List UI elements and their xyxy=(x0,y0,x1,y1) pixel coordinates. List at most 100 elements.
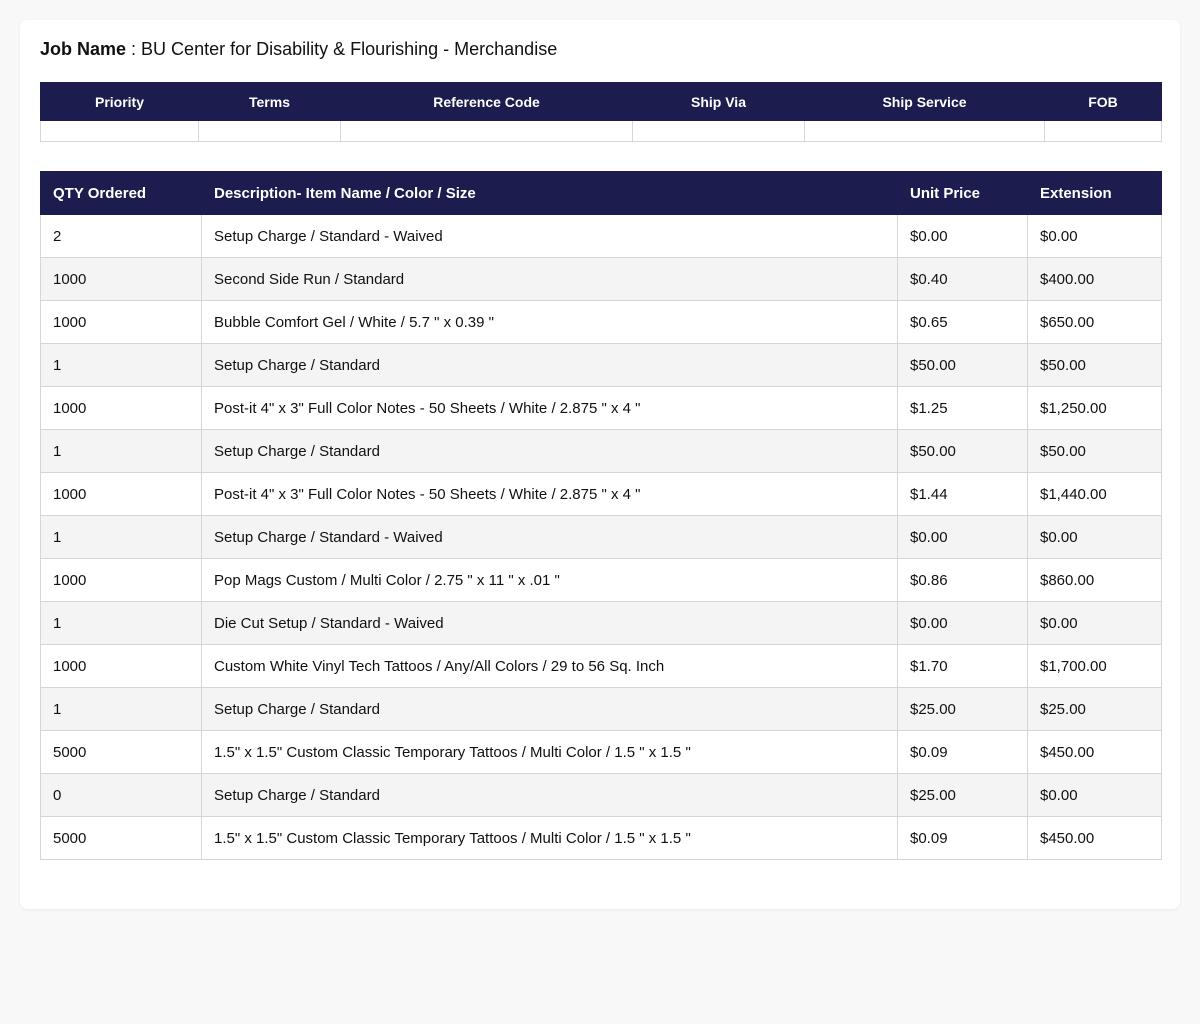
table-row: 1 Die Cut Setup / Standard - Waived $0.00 $… xyxy=(40,601,1162,645)
unit-price-cell: $0.40 xyxy=(897,257,1028,301)
job-name-line: Job Name : BU Center for Disability & Fl… xyxy=(40,38,557,60)
qty-cell: 1000 xyxy=(40,300,202,344)
line-items-body: 2 Setup Charge / Standard - Waived $0.00 $0… xyxy=(40,214,1162,860)
unit-price-cell: $0.09 xyxy=(897,816,1028,860)
shipping-header-fob: FOB xyxy=(1044,82,1162,121)
unit-price-cell: $0.86 xyxy=(897,558,1028,602)
description-cell: Second Side Run / Standard xyxy=(201,257,898,301)
description-cell: Setup Charge / Standard - Waived xyxy=(201,214,898,258)
table-row: 0 Setup Charge / Standard $25.00 $0.00 xyxy=(40,773,1162,817)
shipping-header-reference-code: Reference Code xyxy=(340,82,633,121)
table-row: 1000 Custom White Vinyl Tech Tattoos / An… xyxy=(40,644,1162,688)
extension-cell: $400.00 xyxy=(1027,257,1162,301)
description-cell: Post-it 4" x 3" Full Color Notes - 50 Sh… xyxy=(201,386,898,430)
qty-cell: 0 xyxy=(40,773,202,817)
extension-cell: $25.00 xyxy=(1027,687,1162,731)
qty-cell: 1 xyxy=(40,343,202,387)
description-cell: Die Cut Setup / Standard - Waived xyxy=(201,601,898,645)
qty-cell: 1000 xyxy=(40,472,202,516)
table-row: 5000 1.5" x 1.5" Custom Classic Temporary… xyxy=(40,730,1162,774)
description-cell: Setup Charge / Standard xyxy=(201,687,898,731)
shipping-value-row xyxy=(40,120,1162,142)
table-row: 1 Setup Charge / Standard $50.00 $50.00 xyxy=(40,343,1162,387)
unit-price-cell: $1.44 xyxy=(897,472,1028,516)
shipping-header-ship-via: Ship Via xyxy=(632,82,805,121)
shipping-table: Priority Terms Reference Code Ship Via S… xyxy=(40,82,1162,142)
header-unit-price: Unit Price xyxy=(897,171,1028,215)
unit-price-cell: $0.00 xyxy=(897,601,1028,645)
shipping-terms-value xyxy=(198,120,341,142)
extension-cell: $0.00 xyxy=(1027,214,1162,258)
unit-price-cell: $25.00 xyxy=(897,687,1028,731)
description-cell: Setup Charge / Standard xyxy=(201,429,898,473)
qty-cell: 1 xyxy=(40,429,202,473)
shipping-priority-value xyxy=(40,120,199,142)
shipping-ship-service-value xyxy=(804,120,1045,142)
unit-price-cell: $50.00 xyxy=(897,343,1028,387)
header-qty-ordered: QTY Ordered xyxy=(40,171,202,215)
extension-cell: $1,250.00 xyxy=(1027,386,1162,430)
job-name-separator: : xyxy=(126,39,142,59)
unit-price-cell: $0.09 xyxy=(897,730,1028,774)
qty-cell: 2 xyxy=(40,214,202,258)
qty-cell: 1000 xyxy=(40,386,202,430)
extension-cell: $50.00 xyxy=(1027,343,1162,387)
line-items-header-row: QTY Ordered Description- Item Name / Col… xyxy=(40,171,1162,215)
line-items-table: QTY Ordered Description- Item Name / Col… xyxy=(40,171,1162,860)
shipping-ship-via-value xyxy=(632,120,805,142)
qty-cell: 5000 xyxy=(40,730,202,774)
description-cell: Bubble Comfort Gel / White / 5.7 " x 0.3… xyxy=(201,300,898,344)
extension-cell: $650.00 xyxy=(1027,300,1162,344)
description-cell: Post-it 4" x 3" Full Color Notes - 50 Sh… xyxy=(201,472,898,516)
extension-cell: $450.00 xyxy=(1027,816,1162,860)
header-extension: Extension xyxy=(1027,171,1162,215)
unit-price-cell: $50.00 xyxy=(897,429,1028,473)
extension-cell: $50.00 xyxy=(1027,429,1162,473)
table-row: 1 Setup Charge / Standard $25.00 $25.00 xyxy=(40,687,1162,731)
table-row: 1000 Second Side Run / Standard $0.40 $400.… xyxy=(40,257,1162,301)
unit-price-cell: $1.25 xyxy=(897,386,1028,430)
shipping-reference-code-value xyxy=(340,120,633,142)
job-name-value: BU Center for Disability & Flourishing -… xyxy=(141,39,558,59)
description-cell: Setup Charge / Standard xyxy=(201,773,898,817)
table-row: 1 Setup Charge / Standard - Waived $0.00 $0… xyxy=(40,515,1162,559)
header-description: Description- Item Name / Color / Size xyxy=(201,171,898,215)
shipping-header-priority: Priority xyxy=(40,82,199,121)
qty-cell: 1 xyxy=(40,515,202,559)
extension-cell: $0.00 xyxy=(1027,515,1162,559)
shipping-fob-value xyxy=(1044,120,1162,142)
description-cell: Custom White Vinyl Tech Tattoos / Any/Al… xyxy=(201,644,898,688)
table-row: 1000 Pop Mags Custom / Multi Color / 2.75… xyxy=(40,558,1162,602)
table-row: 1000 Post-it 4" x 3" Full Color Notes - 5… xyxy=(40,386,1162,430)
order-card: Job Name : BU Center for Disability & Fl… xyxy=(20,20,1180,909)
description-cell: Pop Mags Custom / Multi Color / 2.75 " x… xyxy=(201,558,898,602)
extension-cell: $1,700.00 xyxy=(1027,644,1162,688)
description-cell: Setup Charge / Standard xyxy=(201,343,898,387)
shipping-header-row: Priority Terms Reference Code Ship Via S… xyxy=(40,82,1162,121)
table-row: 1 Setup Charge / Standard $50.00 $50.00 xyxy=(40,429,1162,473)
qty-cell: 1000 xyxy=(40,558,202,602)
qty-cell: 1 xyxy=(40,687,202,731)
qty-cell: 5000 xyxy=(40,816,202,860)
unit-price-cell: $0.00 xyxy=(897,214,1028,258)
description-cell: 1.5" x 1.5" Custom Classic Temporary Tat… xyxy=(201,816,898,860)
table-row: 1000 Bubble Comfort Gel / White / 5.7 " x… xyxy=(40,300,1162,344)
shipping-header-terms: Terms xyxy=(198,82,341,121)
extension-cell: $450.00 xyxy=(1027,730,1162,774)
job-name-label: Job Name xyxy=(40,39,127,59)
extension-cell: $1,440.00 xyxy=(1027,472,1162,516)
table-row: 2 Setup Charge / Standard - Waived $0.00 $0… xyxy=(40,214,1162,258)
extension-cell: $860.00 xyxy=(1027,558,1162,602)
table-row: 1000 Post-it 4" x 3" Full Color Notes - 5… xyxy=(40,472,1162,516)
extension-cell: $0.00 xyxy=(1027,601,1162,645)
qty-cell: 1000 xyxy=(40,257,202,301)
description-cell: 1.5" x 1.5" Custom Classic Temporary Tat… xyxy=(201,730,898,774)
unit-price-cell: $25.00 xyxy=(897,773,1028,817)
qty-cell: 1 xyxy=(40,601,202,645)
unit-price-cell: $1.70 xyxy=(897,644,1028,688)
unit-price-cell: $0.65 xyxy=(897,300,1028,344)
table-row: 5000 1.5" x 1.5" Custom Classic Temporary… xyxy=(40,816,1162,860)
extension-cell: $0.00 xyxy=(1027,773,1162,817)
unit-price-cell: $0.00 xyxy=(897,515,1028,559)
shipping-header-ship-service: Ship Service xyxy=(804,82,1045,121)
